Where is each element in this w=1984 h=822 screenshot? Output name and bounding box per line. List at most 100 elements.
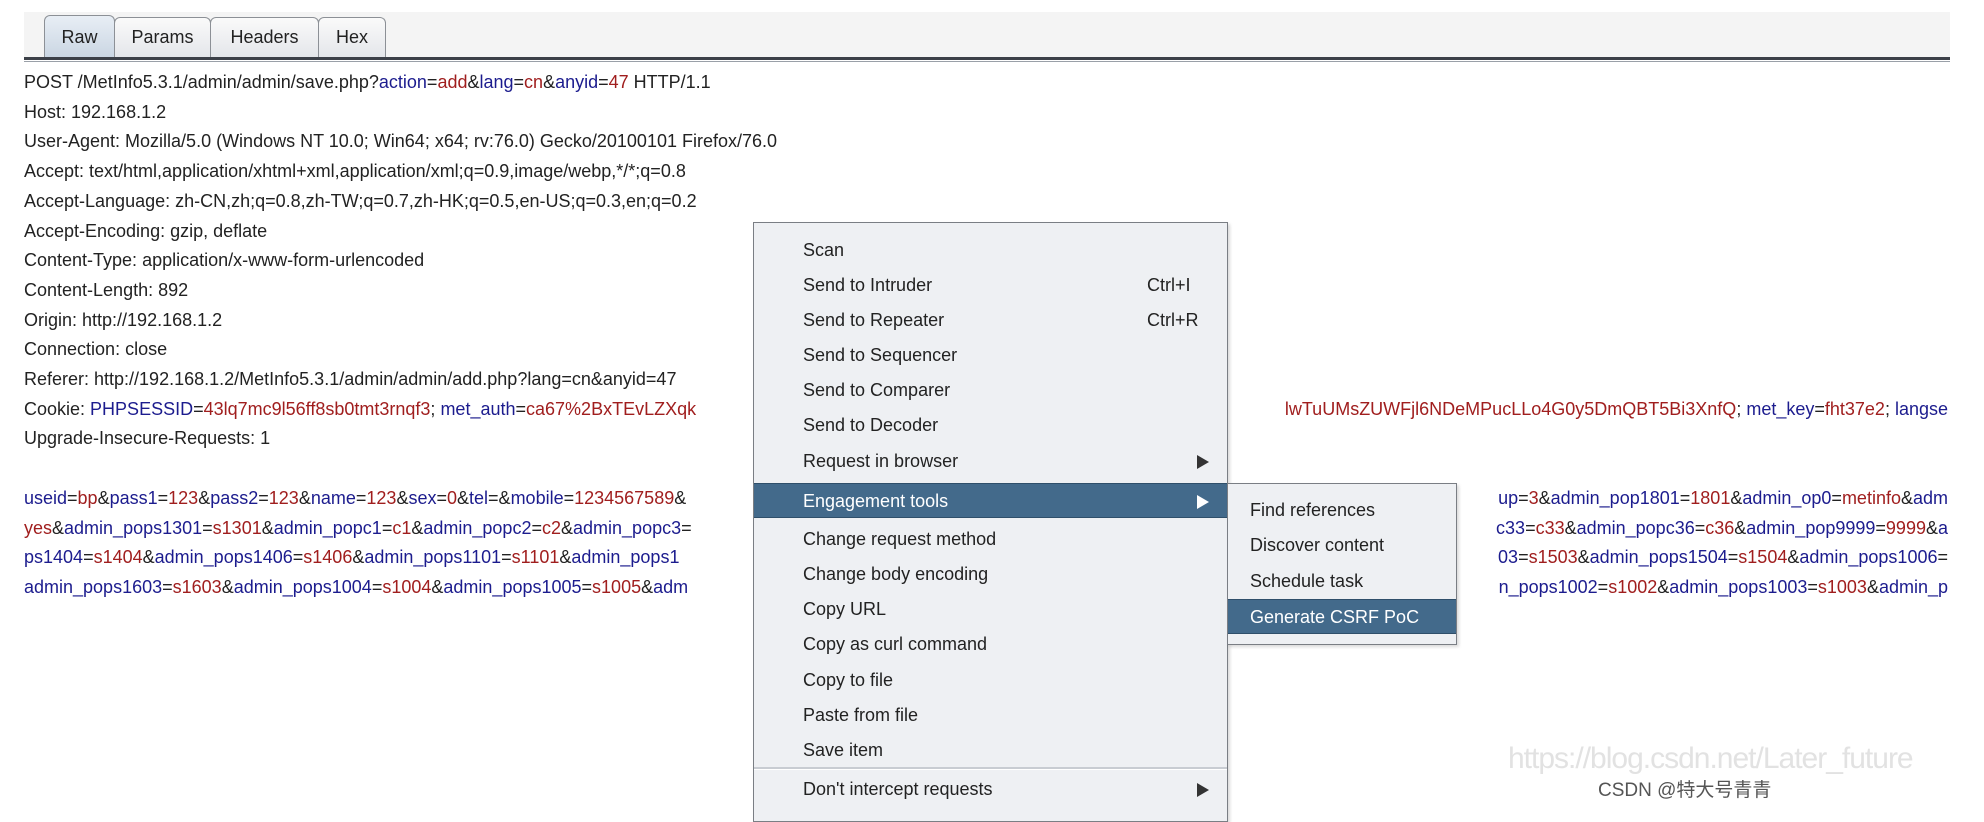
text: Accept: text/html,application/xhtml+xml,… [24,161,686,182]
separator: & [221,576,234,597]
separator: = [581,576,593,597]
separator: & [457,487,470,508]
menu-item-request-in-browser[interactable]: Request in browser [754,444,1227,479]
menu-item-copy-as-curl-command[interactable]: Copy as curl command [754,627,1227,662]
separator: ; [1884,398,1895,419]
submenu-item-schedule-task[interactable]: Schedule task [1228,564,1456,599]
menu-item-send-to-sequencer[interactable]: Send to Sequencer [754,338,1227,373]
param-value: add [437,72,468,92]
param-name: langse [1894,398,1948,419]
separator: & [1577,547,1590,568]
text: POST /MetInfo5.3.1/admin/admin/save.php? [24,72,379,92]
request-line: Host: 192.168.1.2 [24,101,166,123]
param-value: s1004 [382,576,432,597]
request-line: Origin: http://192.168.1.2 [24,309,222,331]
param-name: ps1404 [24,547,84,568]
menu-item-copy-url[interactable]: Copy URL [754,592,1227,627]
param-value: 9999 [1885,517,1926,538]
menu-item-send-to-comparer[interactable]: Send to Comparer [754,373,1227,408]
param-value: c2 [541,517,561,538]
menu-item-change-body-encoding[interactable]: Change body encoding [754,557,1227,592]
param-name: pass1 [109,487,158,508]
param-value: s1101 [511,547,560,568]
separator: = [563,487,575,508]
separator: = [1727,547,1739,568]
param-name: met_key [1746,398,1815,419]
text: Referer: http://192.168.1.2/MetInfo5.3.1… [24,369,677,389]
param-name: c33 [1496,517,1526,538]
param-value: lwTuUMsZUWFjl6NDeMPucLLo4G0y5DmQBT5Bi3Xn… [1284,398,1737,419]
request-line: admin_pops1603=s1603&admin_pops1004=s100… [24,576,688,598]
submenu-item-discover-content[interactable]: Discover content [1228,528,1456,563]
param-name: mobile [510,487,564,508]
menu-item-label: Send to Comparer [803,380,951,400]
request-line: Accept-Language: zh-CN,zh;q=0.8,zh-TW;q=… [24,190,697,212]
param-value: s1603 [172,576,222,597]
separator: = [193,398,204,419]
shortcut-label: Ctrl+I [1147,275,1191,295]
separator: ; [1736,398,1747,419]
text: User-Agent: Mozilla/5.0 (Windows NT 10.0… [24,131,778,152]
engagement-tools-submenu: Find references Discover content Schedule … [1227,483,1457,645]
menu-item-copy-to-file[interactable]: Copy to file [754,663,1227,698]
param-name: PHPSESSID [90,398,194,419]
separator: & [97,487,110,508]
param-name: lang [479,72,514,92]
separator: & [1538,487,1551,508]
menu-item-label: Change request method [803,529,997,549]
param-value: 47 [608,72,629,92]
param-name: admin_pops1003 [1669,576,1808,597]
request-line-continuation: up=3&admin_pop1801=1801&admin_op0=metinf… [1498,487,1948,509]
param-name: met_auth [440,398,516,419]
param-name: admin_pops1504 [1589,547,1728,568]
menu-item-send-to-repeater[interactable]: Send to Repeater Ctrl+R [754,303,1227,338]
menu-item-don-t-intercept-requests[interactable]: Don't intercept requests [754,772,1227,807]
param-value: cn [524,72,544,92]
menu-item-save-item[interactable]: Save item [754,733,1227,768]
text: Content-Length: 892 [24,279,189,300]
param-name: admin_pops1005 [443,576,582,597]
param-name: admin_pop9999 [1746,517,1876,538]
text: Host: 192.168.1.2 [24,101,167,122]
param-name: sex [408,487,437,508]
menu-item-label: Send to Repeater [803,310,945,330]
param-name: admin_op0 [1742,487,1832,508]
menu-item-label: Don't intercept requests [803,779,993,799]
param-value: s1003 [1817,576,1867,597]
separator: = [1694,517,1706,538]
separator: = [513,72,525,92]
menu-item-label: Copy URL [803,599,887,619]
param-name: admin_popc36 [1576,517,1695,538]
submenu-item-find-references[interactable]: Find references [1228,493,1456,528]
separator: = [1937,547,1948,568]
menu-item-change-request-method[interactable]: Change request method [754,522,1227,557]
request-line: yes&admin_pops1301=s1301&admin_popc1=c1&… [24,517,692,539]
param-value: c36 [1705,517,1735,538]
menu-item-paste-from-file[interactable]: Paste from file [754,698,1227,733]
menu-item-scan[interactable]: Scan [754,233,1227,268]
text: Connection: close [24,339,168,360]
context-menu: Scan Send to Intruder Ctrl+I Send to Repeat… [753,222,1228,822]
param-name: pass2 [210,487,259,508]
param-name: admin_pops1 [571,547,680,568]
menu-item-label: Paste from file [803,705,919,725]
menu-item-send-to-intruder[interactable]: Send to Intruder Ctrl+I [754,268,1227,303]
param-name: admin_pops1006 [1799,547,1938,568]
separator: & [641,576,654,597]
param-name: anyid [555,72,599,92]
menu-item-engagement-tools[interactable]: Engagement tools [754,483,1227,518]
submenu-item-generate-csrf-poc[interactable]: Generate CSRF PoC [1228,599,1456,634]
separator: & [467,72,480,92]
param-name: tel [469,487,489,508]
request-line-continuation: c33=c33&admin_popc36=c36&admin_pop9999=9… [1496,517,1948,539]
request-line: Content-Type: application/x-www-form-url… [24,249,424,271]
menu-separator [754,767,1227,770]
param-name: up [1498,487,1519,508]
param-value: 0 [446,487,457,508]
menu-item-label: Generate CSRF PoC [1250,607,1420,627]
param-name: admin_pop1801 [1550,487,1680,508]
separator: = [1518,547,1529,568]
menu-item-send-to-decoder[interactable]: Send to Decoder [754,408,1227,443]
separator: = [501,547,512,568]
separator: = [426,72,438,92]
